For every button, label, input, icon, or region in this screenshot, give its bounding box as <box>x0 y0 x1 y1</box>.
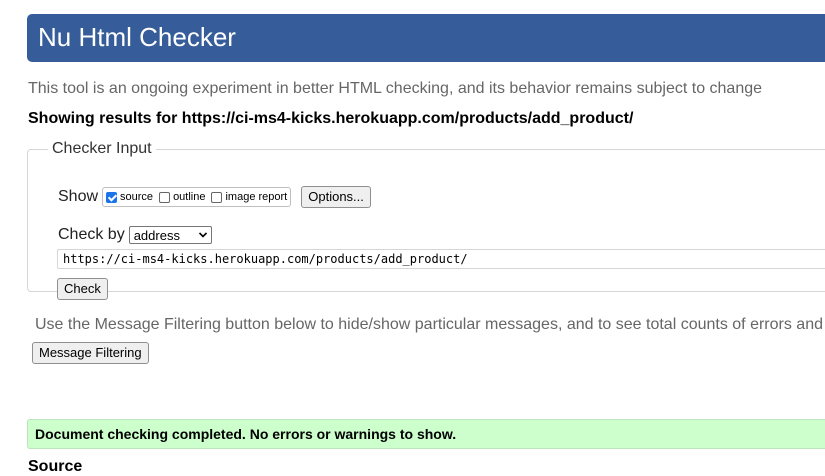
image-report-option-label: image report <box>225 191 288 203</box>
success-message: Document checking completed. No errors o… <box>35 426 457 442</box>
source-option-label: source <box>120 191 154 203</box>
show-row: Show source outline image report Options… <box>58 186 371 208</box>
image-report-option[interactable]: image report <box>211 191 287 203</box>
check-by-selected-value: address <box>133 227 180 243</box>
check-by-select[interactable]: address <box>128 226 212 244</box>
check-by-label: Check by <box>58 226 125 243</box>
message-filtering-text: Use the Message Filtering button below t… <box>35 316 823 333</box>
chevron-down-icon <box>198 232 207 238</box>
page-header: Nu Html Checker <box>27 14 825 62</box>
check-button[interactable]: Check <box>57 278 108 300</box>
source-option[interactable]: source <box>106 191 153 203</box>
options-button[interactable]: Options... <box>301 186 371 208</box>
check-by-row: Check by address <box>58 226 212 244</box>
outline-option[interactable]: outline <box>159 191 205 203</box>
show-label: Show <box>58 188 99 205</box>
outline-checkbox[interactable] <box>159 191 171 203</box>
showing-results-text: Showing results for https://ci-ms4-kicks… <box>28 110 634 127</box>
checker-input-legend: Checker Input <box>52 140 152 157</box>
source-checkbox[interactable] <box>106 191 118 203</box>
show-options-group: source outline image report <box>102 187 292 207</box>
url-input[interactable]: https://ci-ms4-kicks.herokuapp.com/produ… <box>57 249 825 269</box>
intro-text: This tool is an ongoing experiment in be… <box>28 80 763 97</box>
message-filtering-button[interactable]: Message Filtering <box>32 342 149 364</box>
source-heading: Source <box>28 458 83 475</box>
checker-input-fieldset: Checker Input Show source outline image … <box>27 140 825 300</box>
image-report-checkbox[interactable] <box>211 191 223 203</box>
page-title: Nu Html Checker <box>38 22 236 52</box>
outline-option-label: outline <box>173 191 206 203</box>
success-message-box: Document checking completed. No errors o… <box>27 419 825 449</box>
